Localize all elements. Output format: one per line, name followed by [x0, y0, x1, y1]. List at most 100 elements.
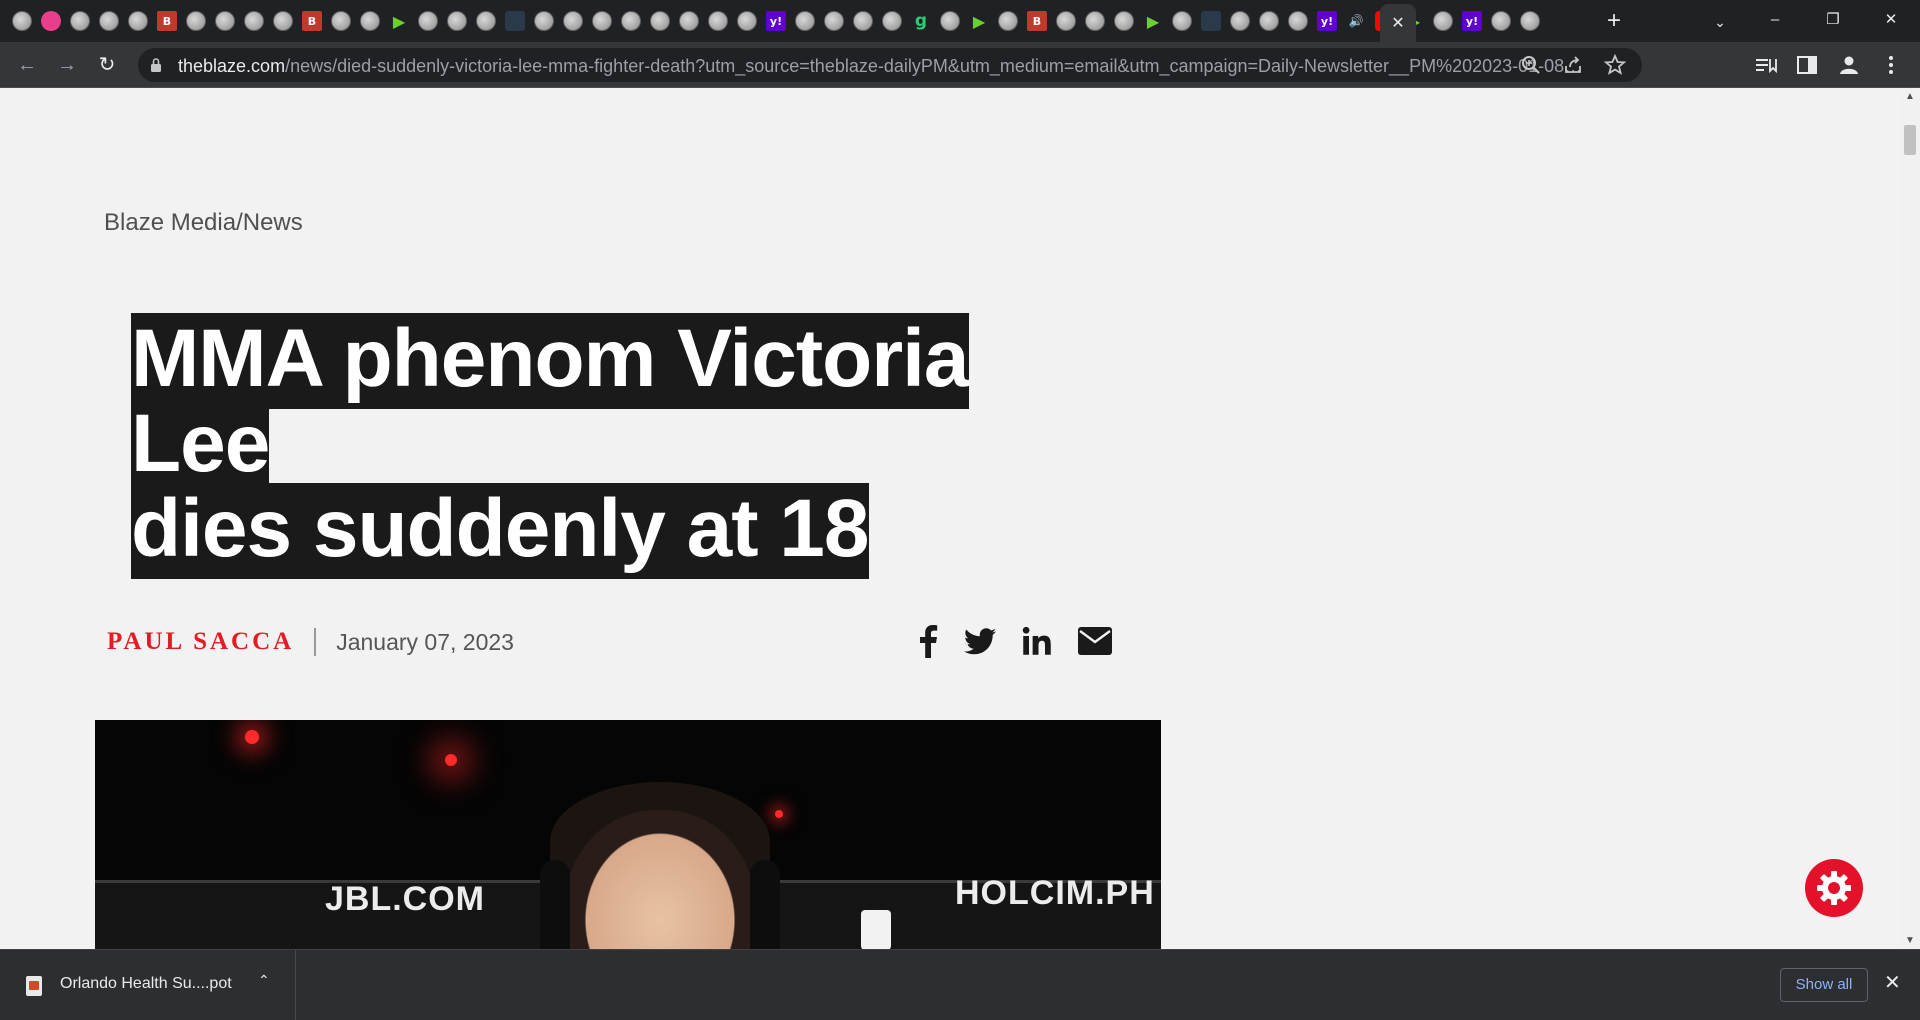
share-email-button[interactable] — [1078, 619, 1112, 663]
globe-favicon-icon[interactable] — [824, 11, 844, 31]
globe-favicon-icon[interactable] — [1114, 11, 1134, 31]
dark-favicon-icon[interactable] — [505, 11, 525, 31]
menu-icon[interactable] — [1876, 50, 1906, 80]
globe-favicon-icon[interactable] — [447, 11, 467, 31]
minimize-button[interactable]: – — [1746, 0, 1804, 38]
globe-favicon-icon[interactable] — [1288, 11, 1308, 31]
bookmark-star-icon[interactable] — [1600, 54, 1630, 76]
play-favicon-icon[interactable]: ▶ — [389, 11, 409, 31]
yahoo-favicon-icon[interactable]: y! — [1462, 11, 1482, 31]
breadcrumb[interactable]: Blaze Media/News — [104, 209, 303, 237]
globe-favicon-icon[interactable] — [679, 11, 699, 31]
globe-favicon-icon[interactable] — [592, 11, 612, 31]
restore-button[interactable]: ❐ — [1804, 0, 1862, 38]
globe-favicon-icon[interactable] — [650, 11, 670, 31]
globe-favicon-icon[interactable] — [273, 11, 293, 31]
share-icon[interactable] — [1558, 54, 1588, 76]
globe-favicon-icon[interactable] — [708, 11, 728, 31]
close-tab-icon[interactable]: ✕ — [1391, 13, 1404, 33]
tab-search-button[interactable]: ⌄ — [1706, 8, 1734, 36]
globe-favicon-icon[interactable] — [1433, 11, 1453, 31]
globe-favicon-icon[interactable] — [853, 11, 873, 31]
chevron-up-icon[interactable]: ⌃ — [258, 972, 270, 989]
window-controls: – ❐ ✕ — [1746, 0, 1920, 42]
b-favicon-icon[interactable]: B — [157, 11, 177, 31]
browser-toolbar: ← → ↻ theblaze.com/news/died-suddenly-vi… — [0, 42, 1920, 88]
b-favicon-icon[interactable]: B — [1027, 11, 1047, 31]
reading-list-icon[interactable] — [1750, 50, 1780, 80]
scroll-down-arrow-icon[interactable]: ▼ — [1900, 933, 1920, 949]
facebook-icon — [920, 625, 938, 658]
address-bar[interactable]: theblaze.com/news/died-suddenly-victoria… — [138, 48, 1642, 82]
audio-playing-icon[interactable]: 🔊 — [1346, 11, 1366, 31]
linkedin-icon — [1022, 626, 1051, 655]
globe-favicon-icon[interactable] — [1172, 11, 1192, 31]
globe-favicon-icon[interactable] — [1491, 11, 1511, 31]
globe-favicon-icon[interactable] — [476, 11, 496, 31]
lock-icon[interactable] — [150, 57, 162, 73]
share-bar — [918, 619, 1138, 663]
close-window-button[interactable]: ✕ — [1862, 0, 1920, 38]
article-hero-image[interactable]: JBL.COM HOLCIM.PH — [95, 720, 1161, 949]
profile-icon[interactable] — [1834, 50, 1864, 80]
dark-favicon-icon[interactable] — [1201, 11, 1221, 31]
globe-favicon-icon[interactable] — [563, 11, 583, 31]
show-all-downloads-button[interactable]: Show all — [1780, 968, 1868, 1002]
headset-right — [750, 860, 780, 949]
globe-favicon-icon[interactable] — [215, 11, 235, 31]
download-item[interactable]: Orlando Health Su....pot ⌃ — [0, 950, 296, 1020]
active-tab[interactable]: ✕ — [1380, 4, 1416, 42]
reload-button[interactable]: ↻ — [92, 50, 122, 80]
globe-favicon-icon[interactable] — [1259, 11, 1279, 31]
globe-favicon-icon[interactable] — [128, 11, 148, 31]
play-favicon-icon[interactable]: ▶ — [1143, 11, 1163, 31]
side-panel-icon[interactable] — [1792, 50, 1822, 80]
scroll-thumb[interactable] — [1904, 125, 1916, 155]
globe-favicon-icon[interactable] — [1056, 11, 1076, 31]
share-linkedin-button[interactable] — [1022, 619, 1052, 663]
pink-favicon-icon[interactable] — [41, 11, 61, 31]
globe-favicon-icon[interactable] — [534, 11, 554, 31]
privacy-settings-button[interactable] — [1805, 859, 1863, 917]
byline-divider — [314, 628, 317, 656]
globe-favicon-icon[interactable] — [99, 11, 119, 31]
globe-favicon-icon[interactable] — [186, 11, 206, 31]
headset-left — [540, 860, 570, 949]
globe-favicon-icon[interactable] — [737, 11, 757, 31]
globe-favicon-icon[interactable] — [244, 11, 264, 31]
play-favicon-icon[interactable]: ▶ — [969, 11, 989, 31]
globe-favicon-icon[interactable] — [1520, 11, 1540, 31]
author-link[interactable]: PAUL SACCA — [107, 628, 294, 656]
globe-favicon-icon[interactable] — [331, 11, 351, 31]
back-button[interactable]: ← — [12, 50, 42, 80]
yahoo-favicon-icon[interactable]: y! — [766, 11, 786, 31]
globe-favicon-icon[interactable] — [1230, 11, 1250, 31]
download-bar: Orlando Health Su....pot ⌃ Show all ✕ — [0, 949, 1920, 1020]
zoom-icon[interactable] — [1516, 54, 1546, 76]
scroll-up-arrow-icon[interactable]: ▲ — [1900, 89, 1920, 105]
globe-favicon-icon[interactable] — [418, 11, 438, 31]
forward-button[interactable]: → — [52, 50, 82, 80]
globe-favicon-icon[interactable] — [360, 11, 380, 31]
share-twitter-button[interactable] — [964, 619, 996, 663]
twitter-icon — [964, 627, 996, 654]
globe-favicon-icon[interactable] — [940, 11, 960, 31]
globe-favicon-icon[interactable] — [795, 11, 815, 31]
globe-favicon-icon[interactable] — [882, 11, 902, 31]
url-text[interactable]: theblaze.com/news/died-suddenly-victoria… — [178, 56, 1588, 76]
globe-favicon-icon[interactable] — [1085, 11, 1105, 31]
yahoo-favicon-icon[interactable]: y! — [1317, 11, 1337, 31]
globe-favicon-icon[interactable] — [621, 11, 641, 31]
close-download-bar-icon[interactable]: ✕ — [1884, 970, 1901, 995]
tab-strip: BB▶y!g▶B▶y!🔊▶y! ✕ + ⌄ – ❐ ✕ — [0, 0, 1920, 42]
download-file-name: Orlando Health Su....pot — [60, 975, 232, 992]
omnibox-icons — [1504, 54, 1630, 76]
page-scrollbar[interactable]: ▲ ▼ — [1900, 89, 1920, 949]
new-tab-button[interactable]: + — [1600, 8, 1628, 36]
globe-favicon-icon[interactable] — [70, 11, 90, 31]
g-favicon-icon[interactable]: g — [911, 11, 931, 31]
globe-favicon-icon[interactable] — [998, 11, 1018, 31]
share-facebook-button[interactable] — [918, 619, 938, 663]
b-favicon-icon[interactable]: B — [302, 11, 322, 31]
globe-favicon-icon[interactable] — [12, 11, 32, 31]
